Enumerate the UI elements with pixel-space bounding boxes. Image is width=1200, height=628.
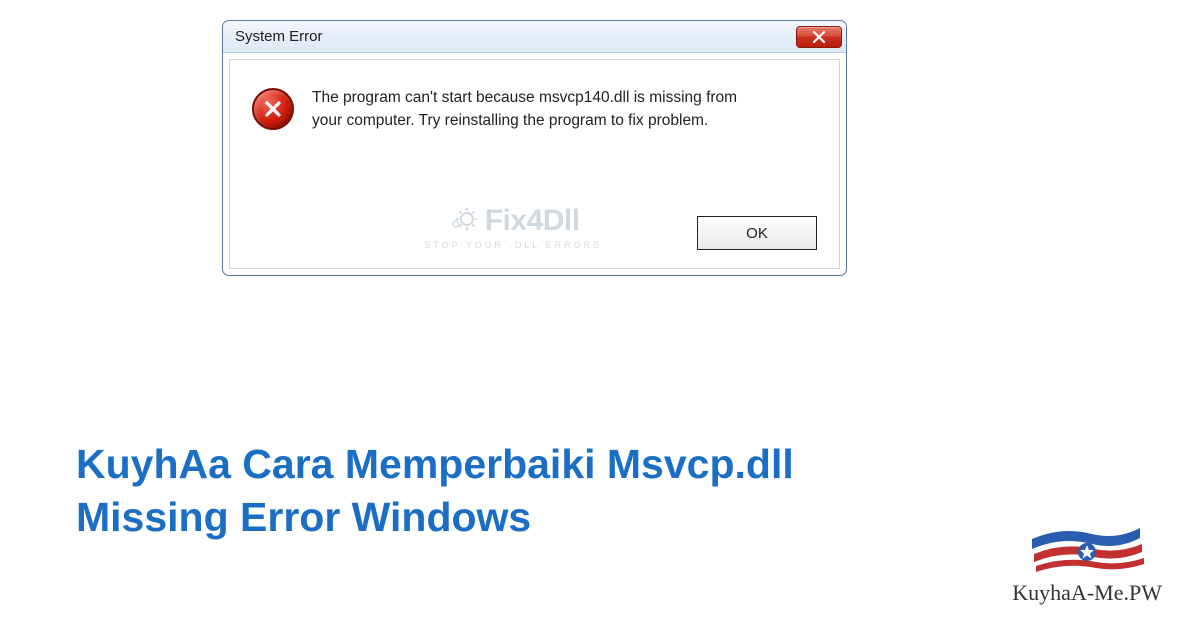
watermark: Fix4Dll STOP YOUR .DLL ERRORS [424,204,602,250]
error-icon [252,88,294,130]
dialog-body: The program can't start because msvcp140… [229,59,840,269]
logo-graphic-icon [1022,524,1152,576]
message-row: The program can't start because msvcp140… [252,86,817,133]
watermark-tagline: STOP YOUR .DLL ERRORS [424,240,602,250]
article-heading: KuyhAa Cara Memperbaiki Msvcp.dll Missin… [76,438,856,545]
ok-button[interactable]: OK [697,216,817,250]
close-icon [812,31,826,43]
title-bar: System Error [223,21,846,53]
site-name: KuyhaA-Me.PW [1012,580,1162,606]
dialog-message: The program can't start because msvcp140… [312,86,752,133]
gear-icon [447,206,477,236]
site-logo: KuyhaA-Me.PW [1012,524,1162,606]
error-dialog: System Error The program can't start bec… [222,20,847,276]
dialog-title: System Error [235,28,323,45]
ok-button-label: OK [746,225,768,242]
watermark-brand: Fix4Dll [485,204,580,238]
close-button[interactable] [796,26,842,48]
